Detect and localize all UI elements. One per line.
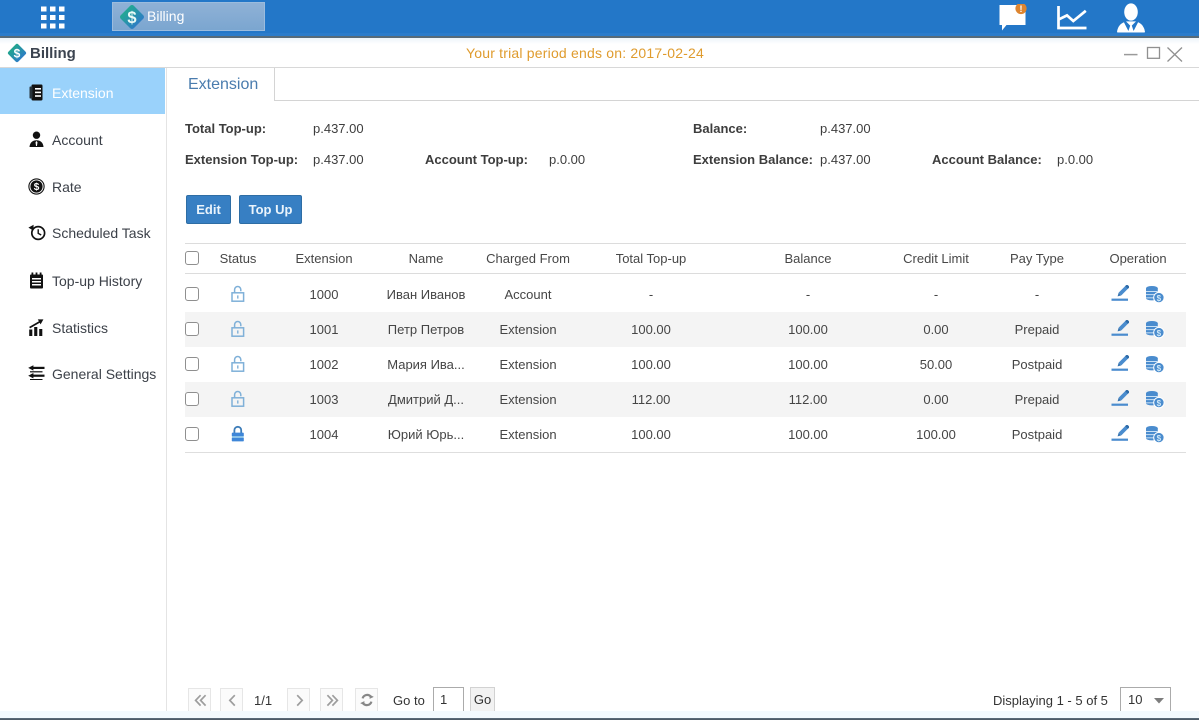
svg-text:$: $ [1157,329,1162,338]
svg-text:!: ! [1020,4,1023,14]
svg-text:$: $ [1157,364,1162,373]
svg-text:$: $ [1157,434,1162,443]
svg-text:$: $ [127,9,136,27]
svg-text:$: $ [1157,294,1162,303]
svg-text:$: $ [34,182,40,193]
svg-text:$: $ [1157,399,1162,408]
